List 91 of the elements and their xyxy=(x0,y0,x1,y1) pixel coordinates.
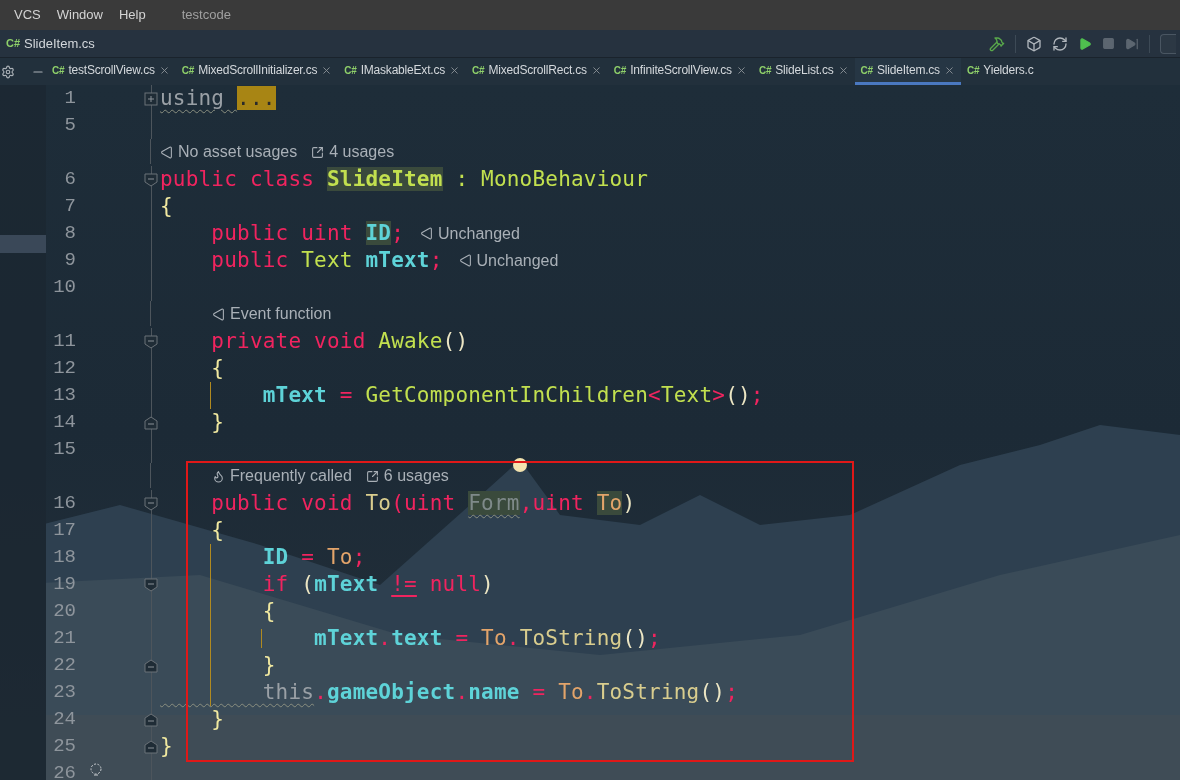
code-line: } xyxy=(210,706,225,733)
code-line: using ... xyxy=(160,85,276,112)
expand-fold-icon[interactable] xyxy=(144,91,158,106)
arrow-box-icon xyxy=(365,469,379,483)
menu-item[interactable]: VCS xyxy=(14,5,41,25)
close-icon[interactable] xyxy=(449,64,460,76)
code-hint[interactable]: Unchanged xyxy=(438,221,520,246)
project-name: testcode xyxy=(181,6,231,25)
code-line: { xyxy=(210,517,225,544)
line-number: 8 xyxy=(64,221,76,247)
code-line: } xyxy=(210,409,225,436)
code-line: } xyxy=(261,652,276,679)
close-icon[interactable] xyxy=(837,64,849,76)
fold-end-icon[interactable] xyxy=(144,712,158,727)
menu-item[interactable]: Window xyxy=(56,5,103,25)
line-number: 5 xyxy=(64,113,76,139)
editor-tab[interactable]: C# MixedScrollRect.cs xyxy=(466,58,608,85)
play-icon[interactable] xyxy=(1078,36,1092,51)
close-icon[interactable] xyxy=(321,64,333,76)
settings-icon[interactable] xyxy=(1,64,15,79)
line-number: 21 xyxy=(53,626,76,652)
csharp-file-icon: C# xyxy=(6,35,21,52)
build-hammer-icon[interactable] xyxy=(989,35,1005,52)
stop-icon[interactable] xyxy=(1102,37,1115,50)
close-icon[interactable] xyxy=(590,64,602,76)
editor-tab[interactable]: C# IMaskableExt.cs xyxy=(338,58,466,85)
editor-tab[interactable]: C# SlideList.cs xyxy=(752,58,855,85)
close-icon[interactable] xyxy=(158,64,170,76)
cube-icon[interactable] xyxy=(1026,35,1042,52)
code-line: this.gameObject.name = To.ToString(); xyxy=(261,679,738,706)
editor-tab[interactable]: C# MixedScrollInitializer.cs xyxy=(175,58,339,85)
code-hint[interactable]: Frequently called xyxy=(230,464,352,488)
toolbar-dropdown[interactable] xyxy=(1160,33,1176,54)
refresh-icon[interactable] xyxy=(1052,35,1068,52)
line-number: 22 xyxy=(53,653,76,679)
step-icon[interactable] xyxy=(1125,36,1139,51)
lightbulb-icon[interactable] xyxy=(88,762,104,778)
line-number: 19 xyxy=(53,572,76,598)
line-number: 1 xyxy=(64,86,76,112)
fold-end-icon[interactable] xyxy=(144,415,158,430)
line-number: 12 xyxy=(53,356,76,382)
code-line: { xyxy=(261,598,276,625)
menu-item[interactable]: Help xyxy=(119,5,146,25)
code-hint[interactable]: 6 usages xyxy=(383,464,449,488)
line-number: 20 xyxy=(53,599,76,625)
line-number: 13 xyxy=(53,383,76,409)
line-number: 25 xyxy=(53,734,76,760)
code-hint[interactable]: Event function xyxy=(230,302,332,326)
editor-tab[interactable]: C# InfiniteScrollView.cs xyxy=(607,58,753,85)
close-icon[interactable] xyxy=(735,64,747,76)
fold-end-icon[interactable] xyxy=(144,658,158,673)
code-hint[interactable]: No asset usages xyxy=(178,140,298,164)
line-number: 23 xyxy=(53,680,76,706)
collapse-fold-icon[interactable] xyxy=(144,577,158,592)
editor-tab[interactable]: C# testScrollView.cs xyxy=(46,58,176,85)
line-number: 14 xyxy=(53,410,76,436)
code-line: ID = To; xyxy=(261,544,366,571)
editor-tab[interactable]: C# SlideItem.cs xyxy=(854,58,961,85)
code-line: private void Awake() xyxy=(210,328,469,355)
line-number: 26 xyxy=(53,761,76,780)
arrow-box-icon xyxy=(311,145,325,159)
line-number: 9 xyxy=(64,248,76,274)
collapse-fold-icon[interactable] xyxy=(144,334,158,349)
line-number: 16 xyxy=(53,491,76,517)
code-hint[interactable]: Unchanged xyxy=(476,248,559,273)
line-number: 6 xyxy=(64,167,76,193)
code-line: mText = GetComponentInChildren<Text>(); xyxy=(261,382,764,409)
flame-icon xyxy=(212,469,225,483)
fold-end-icon[interactable] xyxy=(144,739,158,754)
line-number: 24 xyxy=(53,707,76,733)
line-number: 7 xyxy=(64,194,76,220)
collapse-fold-icon[interactable] xyxy=(144,172,158,187)
code-line: if (mText != null) xyxy=(261,571,494,598)
code-line: } xyxy=(160,733,173,760)
code-line: public uint ID; xyxy=(210,220,405,247)
editor-tab[interactable]: C# Yielders.c xyxy=(960,58,1040,85)
close-icon[interactable] xyxy=(943,64,955,76)
line-number: 10 xyxy=(53,275,76,301)
code-line: public class SlideItem : MonoBehaviour xyxy=(160,166,649,193)
code-line: public Text mText; xyxy=(210,247,443,274)
line-number: 17 xyxy=(53,518,76,544)
breadcrumb-file[interactable]: SlideItem.cs xyxy=(24,33,95,54)
line-number: 11 xyxy=(53,329,76,355)
code-line: { xyxy=(160,193,173,220)
collapse-fold-icon[interactable] xyxy=(144,496,158,511)
code-line: public void To(uint Form,uint To) xyxy=(210,490,636,517)
line-number: 15 xyxy=(53,437,76,463)
code-hint[interactable]: 4 usages xyxy=(329,140,395,164)
code-line: mText.text = To.ToString(); xyxy=(313,625,661,652)
line-number: 18 xyxy=(53,545,76,571)
code-line: { xyxy=(210,355,225,382)
